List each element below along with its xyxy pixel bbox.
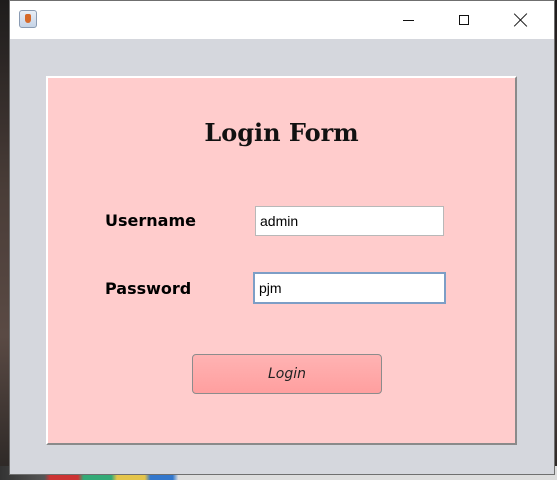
- minimize-icon: [402, 19, 414, 21]
- maximize-button[interactable]: [441, 1, 487, 39]
- minimize-button[interactable]: [385, 1, 431, 39]
- login-form-panel: Login Form Username Password Login: [46, 76, 517, 445]
- title-bar[interactable]: [10, 1, 554, 39]
- username-label: Username: [105, 211, 196, 230]
- username-field[interactable]: [255, 206, 444, 236]
- close-button[interactable]: [498, 1, 544, 39]
- maximize-icon: [459, 15, 469, 25]
- login-button[interactable]: Login: [192, 354, 382, 394]
- java-cup-icon[interactable]: [19, 10, 37, 28]
- close-icon: [514, 13, 528, 27]
- password-label: Password: [105, 279, 192, 298]
- password-field[interactable]: [253, 272, 446, 304]
- login-window: Login Form Username Password Login: [9, 0, 555, 475]
- form-title: Login Form: [204, 118, 359, 147]
